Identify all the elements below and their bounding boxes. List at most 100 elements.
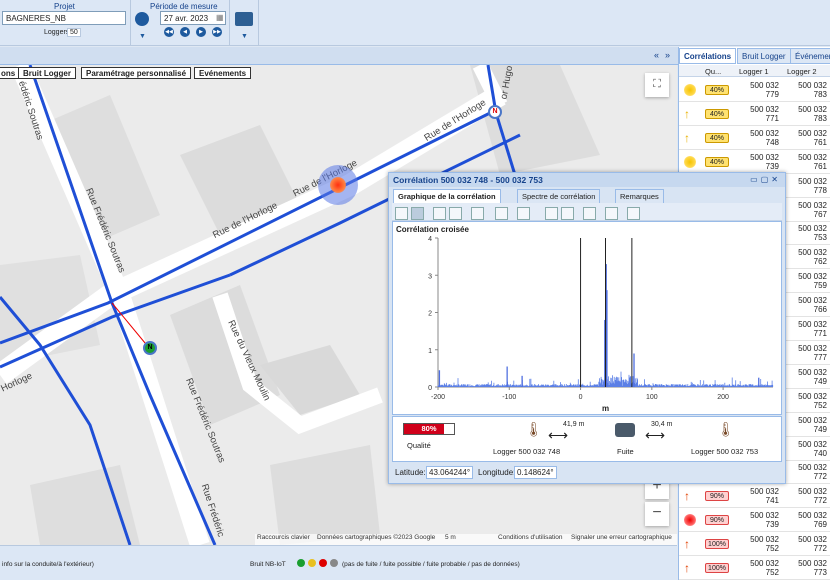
logger1-cell: 500 032 752	[750, 535, 779, 554]
expand-icon[interactable]: »	[665, 50, 670, 60]
tab-correlation-spectrum[interactable]: Spectre de corrélation	[517, 189, 601, 203]
cursor-icon[interactable]	[605, 207, 618, 220]
columns-icon[interactable]	[627, 207, 640, 220]
map-tab-bruit-logger[interactable]: Bruit Logger	[18, 67, 76, 79]
map-attribution: Raccourcis clavier Données cartographiqu…	[255, 534, 677, 545]
prev-icon[interactable]: ◀	[180, 27, 190, 37]
y-tick-label: 1	[428, 348, 432, 355]
logger1-cell: 500 032 748	[750, 128, 779, 147]
x-axis-label: m	[602, 404, 609, 412]
trend-arrow-icon: ↑	[684, 561, 690, 575]
logger-nodata-icon[interactable]: N	[488, 105, 502, 119]
filter-icon[interactable]	[471, 207, 484, 220]
logger2-cell: 500 032 762	[798, 248, 827, 267]
logger2-cell: 500 032 767	[798, 200, 827, 219]
quality-badge: 90%	[705, 515, 729, 526]
collapse-icon[interactable]: «	[654, 50, 659, 60]
quality-bar: 80%	[403, 423, 455, 435]
attribution-data: Données cartographiques ©2023 Google	[317, 534, 436, 541]
logger1-cell: 500 032 741	[750, 487, 779, 506]
layout-cols-icon[interactable]	[449, 207, 462, 220]
logger2-cell: 500 032 761	[798, 128, 827, 147]
tab-bruit-logger[interactable]: Bruit Logger	[737, 48, 791, 64]
col-quality[interactable]: Qu...	[705, 67, 721, 76]
col-logger1[interactable]: Logger 1	[739, 67, 769, 76]
table-row[interactable]: 90% 500 032 739 500 032 769	[679, 508, 830, 533]
divider	[258, 0, 259, 46]
correlation-window[interactable]: Corrélation 500 032 748 - 500 032 753 ▭▢…	[388, 172, 786, 484]
logger1-label: Logger 500 032 748	[493, 447, 561, 456]
table-row[interactable]: 40% 500 032 779 500 032 783	[679, 78, 830, 102]
tab-evenements[interactable]: Événemen	[790, 48, 830, 64]
top-toolbar: Projet BAGNERES_NB Loggers: 50 ▼ Période…	[0, 0, 830, 46]
leak-marker-icon[interactable]	[330, 177, 346, 193]
logger-ok-icon[interactable]: N	[143, 341, 157, 355]
photo-icon[interactable]	[583, 207, 596, 220]
fullscreen-icon[interactable]: ⛶	[645, 73, 669, 97]
attribution-shortcuts[interactable]: Raccourcis clavier	[257, 534, 310, 541]
next-icon[interactable]: ▶	[196, 27, 206, 37]
table-row[interactable]: ↑ 100% 500 032 752 500 032 773	[679, 556, 830, 580]
quality-badge: 40%	[705, 108, 729, 119]
close-icon[interactable]: ✕	[771, 175, 781, 184]
attribution-report[interactable]: Signaler une erreur cartographique	[571, 534, 672, 541]
chart-area-icon[interactable]	[411, 207, 424, 220]
logger2-label: Logger 500 032 753	[691, 447, 759, 456]
logger2-cell: 500 032 752	[798, 391, 827, 410]
grid-icon[interactable]	[545, 207, 558, 220]
y-tick-label: 3	[428, 273, 432, 280]
chevron-down-icon[interactable]: ▼	[139, 33, 146, 40]
table-row[interactable]: ↑ 40% 500 032 771 500 032 783	[679, 102, 830, 126]
period-filter-icon[interactable]	[135, 12, 149, 26]
table-row[interactable]: 40% 500 032 739 500 032 761	[679, 150, 830, 174]
quality-badge: 90%	[705, 491, 729, 502]
zoom-out-button[interactable]: −	[645, 502, 669, 526]
table-icon[interactable]	[561, 207, 574, 220]
table-header: Qu... Logger 1 Logger 2	[679, 65, 830, 77]
legend-no-leak-icon	[297, 559, 305, 567]
attribution-scale: 5 m	[445, 534, 456, 541]
double-arrow-icon: ⟷	[645, 427, 666, 443]
last-icon[interactable]: ▶▶	[212, 27, 222, 37]
logger1-cell: 500 032 739	[750, 152, 779, 171]
tab-correlations[interactable]: Corrélations	[679, 48, 737, 64]
table-row[interactable]: ↑ 90% 500 032 741 500 032 772	[679, 484, 830, 509]
legend-bar: info sur la conduite/à l'extérieur) Brui…	[0, 545, 677, 580]
divider	[229, 0, 230, 46]
chevron-down-icon[interactable]: ▼	[241, 33, 248, 40]
attribution-terms[interactable]: Conditions d'utilisation	[498, 534, 562, 541]
chart-line-icon[interactable]	[395, 207, 408, 220]
col-logger2[interactable]: Logger 2	[787, 67, 817, 76]
project-label: Projet	[54, 2, 75, 11]
legend-probable-leak-icon	[319, 559, 327, 567]
logger2-cell: 500 032 772	[798, 463, 827, 482]
logger2-cell: 500 032 749	[798, 415, 827, 434]
legend-possible-leak-icon	[308, 559, 316, 567]
calendar-icon[interactable]: ▦	[216, 13, 224, 22]
period-label: Période de mesure	[150, 2, 218, 11]
maximize-icon[interactable]: ▢	[761, 175, 772, 184]
loggers-count: 50	[67, 28, 81, 37]
table-row[interactable]: ↑ 100% 500 032 752 500 032 772	[679, 532, 830, 557]
logger2-cell: 500 032 771	[798, 320, 827, 338]
first-icon[interactable]: ◀◀	[164, 27, 174, 37]
tab-correlation-graph[interactable]: Graphique de la corrélation	[393, 189, 501, 203]
map-tab-parametrage[interactable]: Paramétrage personnalisé	[81, 67, 192, 79]
layout-rows-icon[interactable]	[433, 207, 446, 220]
chart-svg: 0 1 2 3 4 -200 -100 0 100 200 m	[428, 236, 774, 412]
latitude-value: 43.064244°	[426, 466, 474, 479]
palette-icon[interactable]	[517, 207, 530, 220]
trend-arrow-icon: ↑	[684, 130, 690, 145]
print-icon[interactable]	[235, 12, 253, 26]
tab-remarks[interactable]: Remarques	[615, 189, 664, 203]
project-field[interactable]: BAGNERES_NB	[2, 11, 126, 25]
quality-label: Qualité	[407, 441, 431, 450]
map-tab-evenements[interactable]: Evénements	[194, 67, 252, 79]
x-tick-label: -100	[502, 394, 516, 401]
settings-icon[interactable]	[495, 207, 508, 220]
leak-sun-icon	[684, 514, 696, 527]
logger2-cell: 500 032 759	[798, 272, 827, 291]
logger1-cell: 500 032 739	[750, 511, 779, 530]
table-row[interactable]: ↑ 40% 500 032 748 500 032 761	[679, 126, 830, 150]
minimize-icon[interactable]: ▭	[750, 175, 761, 184]
